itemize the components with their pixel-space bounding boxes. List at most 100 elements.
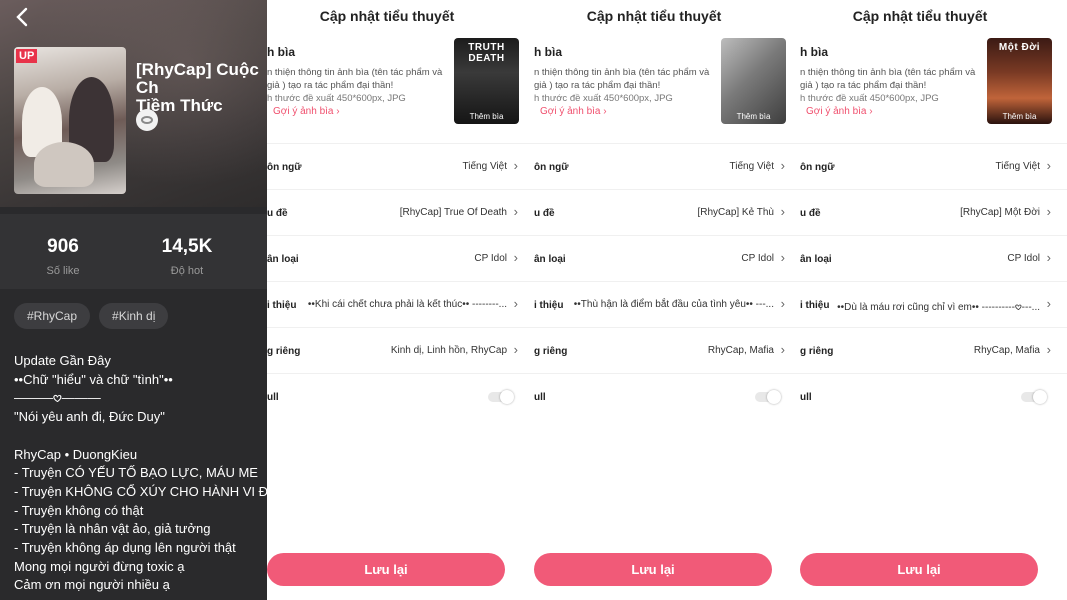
panel-title: Cập nhật tiểu thuyết	[586, 8, 722, 24]
chevron-right-icon: ›	[513, 204, 518, 219]
suggest-cover-link[interactable]: Gợi ý ảnh bìa ›	[540, 106, 607, 117]
row-label: ân loại	[800, 254, 832, 265]
row-value: ••Thù hận là điểm bắt đầu của tình yêu••…	[573, 299, 774, 310]
tags-row[interactable]: g riêng Kinh dị, Linh hồn, RhyCap ›	[267, 327, 534, 373]
novel-description: Update Gần Đây ••Chữ "hiểu" và chữ "tình…	[14, 353, 267, 593]
row-value: RhyCap, Mafia	[973, 345, 1040, 356]
cover-hint-line: h thước đề xuất 450*600px, JPG	[267, 93, 406, 104]
row-label: ull	[534, 392, 546, 403]
save-button[interactable]: Lưu lại	[800, 553, 1038, 586]
cover-hint-line: n thiện thông tin ảnh bìa (tên tác phẩm …	[534, 67, 710, 78]
cover-hint-line: n thiện thông tin ảnh bìa (tên tác phẩm …	[267, 67, 443, 78]
row-label: ân loại	[534, 254, 566, 265]
chevron-right-icon: ›	[1046, 204, 1051, 219]
row-value: ••Khi cái chết chưa phải là kết thúc•• -…	[307, 299, 507, 310]
cover-thumbnail-title: Một Đời	[998, 42, 1041, 53]
suggest-cover-link[interactable]: Gợi ý ảnh bìa ›	[273, 106, 340, 117]
row-label: u đề	[267, 208, 288, 219]
row-label: ull	[267, 392, 279, 403]
row-label: ôn ngữ	[534, 162, 569, 173]
row-label: ull	[800, 392, 812, 403]
row-value: [RhyCap] True Of Death	[399, 207, 507, 218]
novel-title: [RhyCap] Cuộc Ch Tiềm Thức	[136, 60, 259, 115]
tag-chip[interactable]: #Kinh dị	[99, 303, 169, 329]
chevron-right-icon: ›	[1046, 342, 1051, 357]
panel-title: Cập nhật tiểu thuyết	[852, 8, 988, 24]
intro-row[interactable]: i thiệu ••Thù hận là điểm bắt đầu của tì…	[534, 281, 801, 327]
chevron-right-icon: ›	[780, 342, 785, 357]
language-row[interactable]: ôn ngữ Tiếng Việt ›	[267, 143, 534, 189]
row-label: g riêng	[800, 346, 834, 357]
title-row[interactable]: u đề [RhyCap] True Of Death ›	[267, 189, 534, 235]
chevron-right-icon: ›	[780, 296, 785, 311]
likes-count: 906	[47, 236, 79, 257]
chevron-right-icon: ›	[1046, 158, 1051, 173]
likes-label: Số like	[46, 265, 80, 277]
full-toggle-row: ull	[800, 373, 1067, 419]
add-cover-label: Thêm bìa	[736, 112, 771, 121]
row-label: u đề	[534, 208, 555, 219]
row-value: Tiếng Việt	[995, 161, 1040, 172]
cover-section-label: h bìa	[267, 45, 296, 59]
full-toggle[interactable]	[1021, 390, 1047, 404]
chevron-right-icon: ›	[780, 158, 785, 173]
cover-section-label: h bìa	[534, 45, 563, 59]
full-toggle[interactable]	[488, 390, 514, 404]
chevron-right-icon: ›	[780, 204, 785, 219]
row-label: u đề	[800, 208, 821, 219]
full-toggle-row: ull	[534, 373, 801, 419]
cover-thumbnail[interactable]: Thêm bìa	[721, 38, 786, 124]
language-row[interactable]: ôn ngữ Tiếng Việt ›	[534, 143, 801, 189]
form-rows: ôn ngữ Tiếng Việt › u đề [RhyCap] True O…	[267, 143, 534, 419]
suggest-cover-link[interactable]: Gợi ý ảnh bìa ›	[806, 106, 873, 117]
hot-stat: 14,5K Độ hot	[137, 236, 237, 277]
author-avatar[interactable]	[136, 109, 158, 131]
save-button[interactable]: Lưu lại	[267, 553, 505, 586]
row-label: g riêng	[267, 346, 301, 357]
row-value: [RhyCap] Kẻ Thù	[697, 207, 774, 218]
hot-count: 14,5K	[161, 236, 213, 257]
intro-row[interactable]: i thiệu ••Dù là máu rơi cũng chỉ vì em••…	[800, 281, 1067, 327]
row-label: ân loại	[267, 254, 299, 265]
row-label: i thiệu	[534, 300, 564, 311]
cover-thumbnail[interactable]: TRUTH DEATH Thêm bìa	[454, 38, 519, 124]
row-value: CP Idol	[474, 253, 507, 264]
update-novel-panel: Cập nhật tiểu thuyết h bìa n thiện thông…	[800, 0, 1067, 600]
cover-hint-line: giả ) tạo ra tác phẩm đại thần!	[800, 80, 927, 91]
hot-label: Độ hot	[170, 265, 204, 277]
row-value: RhyCap, Mafia	[707, 345, 774, 356]
cover-hint-line: h thước đề xuất 450*600px, JPG	[800, 93, 939, 104]
novel-cover-image[interactable]: UP	[14, 47, 126, 194]
cover-hint-line: giả ) tạo ra tác phẩm đại thần!	[267, 80, 394, 91]
chevron-right-icon: ›	[513, 158, 518, 173]
cover-hint: n thiện thông tin ảnh bìa (tên tác phẩm …	[800, 66, 980, 105]
title-row[interactable]: u đề [RhyCap] Kẻ Thù ›	[534, 189, 801, 235]
title-row[interactable]: u đề [RhyCap] Một Đời ›	[800, 189, 1067, 235]
tags-row[interactable]: g riêng RhyCap, Mafia ›	[800, 327, 1067, 373]
form-rows: ôn ngữ Tiếng Việt › u đề [RhyCap] Một Đờ…	[800, 143, 1067, 419]
row-value: Tiếng Việt	[729, 161, 774, 172]
cover-hint: n thiện thông tin ảnh bìa (tên tác phẩm …	[534, 66, 714, 105]
cover-hint: n thiện thông tin ảnh bìa (tên tác phẩm …	[267, 66, 447, 105]
language-row[interactable]: ôn ngữ Tiếng Việt ›	[800, 143, 1067, 189]
category-row[interactable]: ân loại CP Idol ›	[800, 235, 1067, 281]
cover-hint-line: n thiện thông tin ảnh bìa (tên tác phẩm …	[800, 67, 976, 78]
back-icon[interactable]	[12, 6, 34, 28]
chevron-right-icon: ›	[513, 296, 518, 311]
chevron-right-icon: ›	[513, 342, 518, 357]
category-row[interactable]: ân loại CP Idol ›	[267, 235, 534, 281]
chevron-right-icon: ›	[1046, 296, 1051, 311]
chevron-right-icon: ›	[780, 250, 785, 265]
form-rows: ôn ngữ Tiếng Việt › u đề [RhyCap] Kẻ Thù…	[534, 143, 801, 419]
category-row[interactable]: ân loại CP Idol ›	[534, 235, 801, 281]
update-novel-panel: Cập nhật tiểu thuyết h bìa n thiện thông…	[534, 0, 801, 600]
cover-thumbnail[interactable]: Một Đời Thêm bìa	[987, 38, 1052, 124]
full-toggle[interactable]	[755, 390, 781, 404]
row-label: ôn ngữ	[267, 162, 302, 173]
tags-row[interactable]: g riêng RhyCap, Mafia ›	[534, 327, 801, 373]
chevron-right-icon: ›	[1046, 250, 1051, 265]
tag-chip[interactable]: #RhyCap	[14, 303, 91, 329]
intro-row[interactable]: i thiệu ••Khi cái chết chưa phải là kết …	[267, 281, 534, 327]
save-button[interactable]: Lưu lại	[534, 553, 772, 586]
row-label: ôn ngữ	[800, 162, 835, 173]
